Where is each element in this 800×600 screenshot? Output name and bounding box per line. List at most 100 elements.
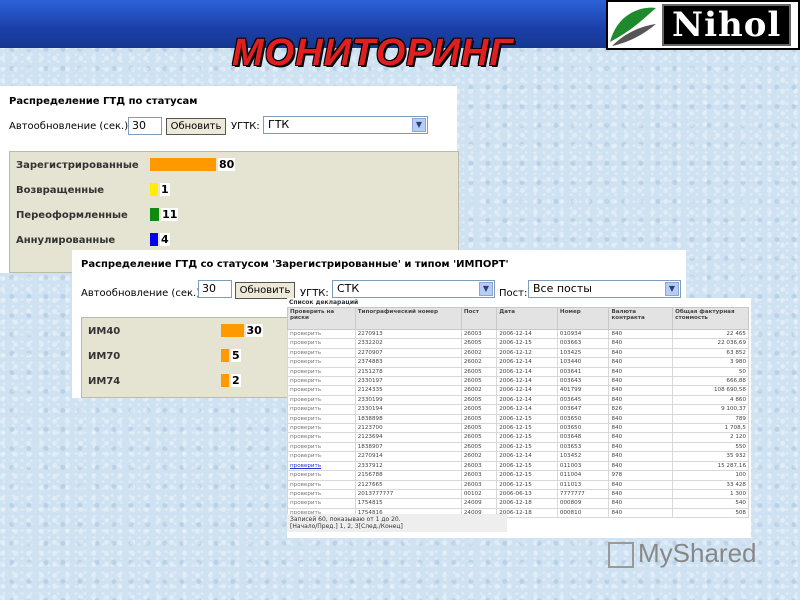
check-risk-link[interactable]: проверить — [287, 366, 356, 378]
table-cell: 2374883 — [354, 357, 462, 368]
check-risk-link[interactable]: проверить — [287, 498, 356, 509]
chart-bar-value: 30 — [245, 324, 263, 337]
col-header-number[interactable]: Номер — [556, 307, 610, 330]
table-cell: 26002 — [460, 347, 498, 359]
table-cell: 003641 — [556, 366, 610, 378]
check-risk-link[interactable]: проверить — [287, 432, 356, 443]
table-cell: 2006-12-15 — [496, 470, 558, 481]
check-risk-link[interactable]: проверить — [287, 441, 356, 453]
table-row[interactable]: проверить 2124335 26002 2006-12-14 401799 840… — [287, 385, 749, 396]
table-cell: 2006-12-12 — [496, 347, 558, 359]
chart-bar-value: 4 — [160, 233, 170, 246]
table-cell: 840 — [608, 507, 674, 519]
table-row[interactable]: проверить 2151278 26005 2006-12-14 003641 840… — [287, 366, 749, 378]
chevron-down-icon[interactable]: ▼ — [479, 282, 493, 296]
check-risk-link[interactable]: проверить — [287, 451, 356, 462]
col-header-check[interactable]: Проверить на риски — [287, 307, 356, 330]
table-row[interactable]: проверить 2330199 26005 2006-12-14 003645 840… — [287, 394, 749, 406]
chart-bar — [221, 349, 229, 362]
col-header-invoice-value[interactable]: Общая фактурная стоимость — [672, 307, 749, 330]
table-cell: 1838907 — [354, 441, 462, 453]
table-cell: 26005 — [460, 376, 498, 387]
refresh-button[interactable]: Обновить — [166, 118, 226, 135]
table-cell: 000809 — [556, 498, 610, 509]
chevron-down-icon[interactable]: ▼ — [665, 282, 679, 296]
table-cell: 840 — [608, 338, 674, 349]
table-cell: 2006-12-14 — [496, 394, 558, 406]
table-cell: 840 — [608, 385, 674, 396]
table-cell: 003653 — [556, 441, 610, 453]
table-cell: 840 — [608, 328, 674, 340]
table-cell: 2330194 — [354, 404, 462, 415]
table-row[interactable]: проверить 2374883 26002 2006-12-14 103440 840… — [287, 357, 749, 368]
check-risk-link[interactable]: проверить — [287, 394, 356, 406]
presentation-icon — [608, 542, 634, 569]
customs-select[interactable]: ГТК ▼ — [263, 116, 428, 134]
table-cell: 840 — [608, 498, 674, 509]
table-cell: 2006-12-15 — [496, 413, 558, 425]
auto-refresh-input[interactable]: 30 — [198, 280, 232, 298]
check-risk-link[interactable]: проверить — [287, 488, 356, 500]
table-cell: 26002 — [460, 357, 498, 368]
table-cell: 010934 — [556, 328, 610, 340]
chart-bar — [150, 158, 216, 171]
customs-label: УГТК: — [231, 121, 260, 132]
check-risk-link[interactable]: проверить — [287, 376, 356, 387]
table-row[interactable]: проверить 1838898 26005 2006-12-15 003650 840… — [287, 413, 749, 425]
check-risk-link[interactable]: проверить — [287, 328, 356, 340]
col-header-post[interactable]: Пост — [460, 307, 498, 330]
table-cell: 011004 — [556, 470, 610, 481]
refresh-button[interactable]: Обновить — [235, 282, 295, 299]
check-risk-link[interactable]: проверить — [287, 347, 356, 359]
table-row[interactable]: проверить 2330197 26005 2006-12-14 003643 840… — [287, 376, 749, 387]
check-risk-link[interactable]: проверить — [287, 385, 356, 396]
table-row[interactable]: проверить 2013777777 00102 2006-06-13 777777… — [287, 488, 749, 500]
chart-row-label: Зарегистрированные — [16, 160, 139, 171]
check-risk-link[interactable]: проверить — [287, 423, 356, 434]
table-cell: 2006-12-15 — [496, 460, 558, 472]
table-cell: 103452 — [556, 451, 610, 462]
chevron-down-icon[interactable]: ▼ — [412, 118, 426, 132]
panel-title: Распределение ГТД по статусам — [9, 96, 198, 107]
check-risk-link[interactable]: проверить — [287, 470, 356, 481]
declarations-table-panel: Список деклараций Проверить на риски Тип… — [287, 298, 751, 538]
auto-refresh-input[interactable]: 30 — [128, 117, 162, 135]
chart-bar — [150, 233, 158, 246]
col-header-currency[interactable]: Валюта контракта — [608, 307, 674, 330]
table-row[interactable]: проверить 2270913 26003 2006-12-14 010934 840… — [287, 328, 749, 340]
table-cell: 26003 — [460, 470, 498, 481]
check-risk-link[interactable]: проверить — [287, 357, 356, 368]
chart-bar — [221, 324, 244, 337]
table-row[interactable]: проверить 1838907 26005 2006-12-15 003653 840… — [287, 441, 749, 453]
col-header-date[interactable]: Дата — [496, 307, 558, 330]
table-cell: 401799 — [556, 385, 610, 396]
check-risk-link[interactable]: проверить — [287, 404, 356, 415]
table-cell: 840 — [608, 347, 674, 359]
check-risk-link[interactable]: проверить — [287, 413, 356, 425]
pagination[interactable]: [Начало/Пред.] 1, 2, 3[След./Конец] — [290, 523, 504, 530]
check-risk-link[interactable]: проверить — [287, 479, 356, 490]
table-row[interactable]: проверить 2270907 26002 2006-12-12 103425 840… — [287, 347, 749, 359]
table-cell: 2156788 — [354, 470, 462, 481]
table-cell: 840 — [608, 451, 674, 462]
table-row[interactable]: проверить 2123700 26005 2006-12-15 003650 840… — [287, 423, 749, 434]
col-header-typo-number[interactable]: Типографический номер — [354, 307, 462, 330]
table-row[interactable]: проверить 2270914 26002 2006-12-14 103452 840… — [287, 451, 749, 462]
table-row[interactable]: проверить 2123694 26005 2006-12-15 003648 840… — [287, 432, 749, 443]
table-row[interactable]: проверить 2332202 26005 2006-12-15 003663 840… — [287, 338, 749, 349]
table-caption: Список деклараций — [289, 299, 359, 306]
customs-select[interactable]: СТК ▼ — [332, 280, 495, 298]
post-select[interactable]: Все посты ▼ — [528, 280, 681, 298]
table-row[interactable]: проверить 2127665 26003 2006-12-15 011013 840… — [287, 479, 749, 490]
table-cell: 840 — [608, 394, 674, 406]
table-footer: Записей 60, показываю от 1 до 20. [Начал… — [287, 514, 507, 532]
table-row[interactable]: проверить 1754815 24009 2006-12-18 000809 840… — [287, 498, 749, 509]
table-row[interactable]: проверить 2156788 26003 2006-12-15 011004 978… — [287, 470, 749, 481]
table-cell: 003643 — [556, 376, 610, 387]
table-row[interactable]: проверить 2330194 26005 2006-12-14 003647 826… — [287, 404, 749, 415]
chart-bar — [150, 183, 158, 196]
table-row[interactable]: проверить 2337912 26003 2006-12-15 011003 840… — [287, 460, 749, 472]
check-risk-link[interactable]: проверить — [287, 338, 356, 349]
table-cell: 550 — [672, 441, 749, 453]
check-risk-link[interactable]: проверить — [287, 460, 356, 472]
